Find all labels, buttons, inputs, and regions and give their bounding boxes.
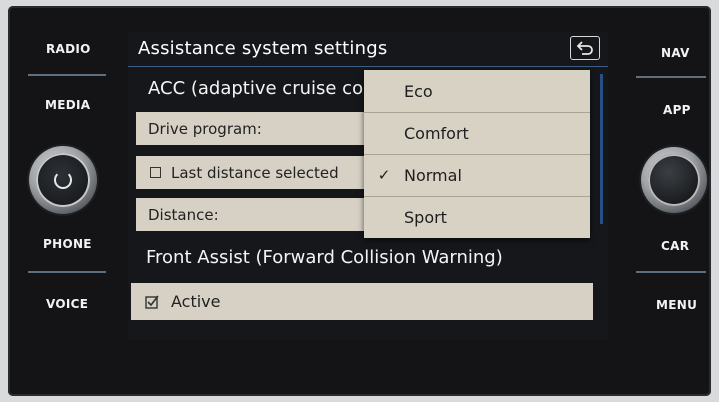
side-divider (636, 271, 706, 273)
last-distance-label: Last distance selected (171, 163, 339, 182)
front-assist-active-row[interactable]: Active (131, 283, 593, 320)
phone-button[interactable]: PHONE (43, 237, 92, 251)
nav-button[interactable]: NAV (661, 46, 690, 60)
volume-knob-cap (36, 153, 90, 207)
active-label: Active (171, 292, 221, 311)
back-button[interactable] (570, 36, 600, 60)
power-icon (54, 171, 72, 189)
drive-program-label: Drive program: (148, 119, 262, 138)
page-title: Assistance system settings (138, 38, 388, 59)
last-distance-row[interactable]: Last distance selected (136, 156, 368, 189)
checkmark-icon: ✓ (377, 166, 391, 184)
voice-button[interactable]: VOICE (46, 297, 88, 311)
distance-label: Distance: (148, 205, 219, 224)
distance-row[interactable]: Distance: (136, 198, 368, 231)
back-arrow-icon (576, 41, 593, 55)
drive-program-dropdown: Eco Comfort ✓ Normal Sport (364, 70, 590, 238)
tune-knob[interactable] (641, 147, 707, 213)
title-divider (128, 66, 608, 67)
car-button[interactable]: CAR (661, 239, 689, 253)
option-label: Eco (404, 81, 433, 101)
touch-screen: Assistance system settings ACC (adaptive… (128, 32, 608, 340)
dropdown-option-eco[interactable]: Eco (364, 70, 590, 112)
app-button[interactable]: APP (663, 103, 691, 117)
volume-knob[interactable] (29, 146, 97, 214)
dropdown-option-comfort[interactable]: Comfort (364, 112, 590, 154)
option-label: Comfort (404, 123, 469, 143)
front-assist-heading: Front Assist (Forward Collision Warning) (146, 247, 503, 268)
radio-button[interactable]: RADIO (46, 42, 91, 56)
side-divider (636, 76, 706, 78)
last-distance-checkbox[interactable] (150, 167, 161, 178)
option-label: Sport (404, 207, 447, 227)
side-divider (28, 271, 106, 273)
dropdown-option-sport[interactable]: Sport (364, 196, 590, 238)
acc-heading: ACC (adaptive cruise co (148, 78, 364, 99)
drive-program-row[interactable]: Drive program: (136, 112, 368, 145)
scrollbar[interactable] (600, 74, 603, 224)
side-divider (28, 74, 106, 76)
dropdown-option-normal[interactable]: ✓ Normal (364, 154, 590, 196)
checked-checkbox-icon[interactable] (145, 295, 159, 309)
menu-button[interactable]: MENU (656, 298, 697, 312)
option-label: Normal (404, 165, 462, 185)
media-button[interactable]: MEDIA (45, 98, 90, 112)
tune-knob-cap (648, 154, 700, 206)
